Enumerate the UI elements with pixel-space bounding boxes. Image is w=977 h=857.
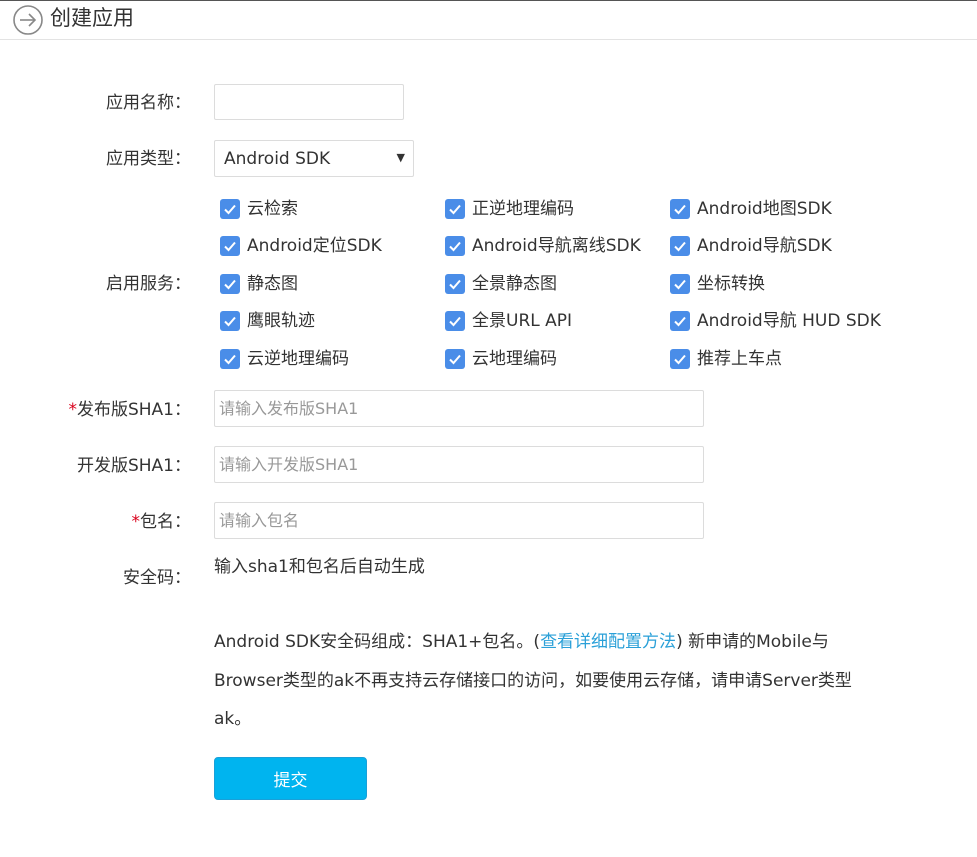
checkbox-checked-icon[interactable]	[220, 274, 240, 294]
service-label: 推荐上车点	[697, 349, 782, 369]
service-label: 坐标转换	[697, 274, 765, 294]
checkbox-checked-icon[interactable]	[445, 199, 465, 219]
notice-text-before: Android SDK安全码组成：SHA1+包名。(	[214, 632, 541, 652]
services-label: 启用服务：	[106, 274, 191, 294]
service-label: Android导航 HUD SDK	[697, 311, 881, 331]
service-label: 云检索	[247, 199, 298, 219]
page-header: 创建应用	[0, 1, 977, 40]
security-code-value: 输入sha1和包名后自动生成	[214, 557, 425, 577]
sdk-notice: Android SDK安全码组成：SHA1+包名。(查看详细配置方法) 新申请的…	[214, 623, 854, 739]
service-label: 云逆地理编码	[247, 349, 349, 369]
service-label: 全景静态图	[472, 274, 557, 294]
required-mark: *	[131, 512, 141, 532]
submit-button[interactable]: 提交	[214, 757, 367, 800]
config-method-link[interactable]: 查看详细配置方法	[540, 632, 676, 652]
page-title: 创建应用	[50, 6, 134, 30]
checkbox-checked-icon[interactable]	[670, 311, 690, 331]
app-type-selected-value: Android SDK	[224, 149, 331, 169]
package-label: *包名：	[132, 512, 192, 532]
checkbox-checked-icon[interactable]	[445, 311, 465, 331]
checkbox-checked-icon[interactable]	[220, 311, 240, 331]
app-type-label: 应用类型：	[106, 149, 191, 169]
release-sha1-input[interactable]	[214, 390, 704, 427]
checkbox-checked-icon[interactable]	[445, 274, 465, 294]
package-label-text: 包名：	[140, 512, 191, 532]
chevron-down-icon: ▼	[396, 151, 405, 164]
package-input[interactable]	[214, 502, 704, 539]
checkbox-checked-icon[interactable]	[670, 199, 690, 219]
service-label: Android定位SDK	[247, 236, 382, 256]
service-label: Android地图SDK	[697, 199, 832, 219]
checkbox-checked-icon[interactable]	[670, 236, 690, 256]
dev-sha1-input[interactable]	[214, 446, 704, 483]
service-label: 静态图	[247, 274, 298, 294]
security-code-label: 安全码：	[123, 568, 191, 588]
service-label: Android导航离线SDK	[472, 236, 641, 256]
service-label: 全景URL API	[472, 311, 573, 331]
service-label: 云地理编码	[472, 349, 557, 369]
service-label: 正逆地理编码	[472, 199, 574, 219]
service-label: Android导航SDK	[697, 236, 832, 256]
checkbox-checked-icon[interactable]	[445, 349, 465, 369]
app-name-input[interactable]	[214, 84, 404, 120]
arrow-right-circle-icon[interactable]	[12, 4, 44, 36]
checkbox-checked-icon[interactable]	[670, 349, 690, 369]
required-mark: *	[68, 400, 77, 420]
app-name-label: 应用名称：	[106, 93, 191, 113]
checkbox-checked-icon[interactable]	[670, 274, 690, 294]
checkbox-checked-icon[interactable]	[445, 236, 465, 256]
checkbox-checked-icon[interactable]	[220, 349, 240, 369]
dev-sha1-label: 开发版SHA1：	[76, 456, 191, 476]
release-sha1-label-text: 发布版SHA1：	[76, 400, 191, 420]
checkbox-checked-icon[interactable]	[220, 199, 240, 219]
service-label: 鹰眼轨迹	[247, 311, 315, 331]
app-type-select[interactable]: Android SDK ▼	[214, 140, 414, 177]
release-sha1-label: *发布版SHA1：	[68, 400, 191, 420]
checkbox-checked-icon[interactable]	[220, 236, 240, 256]
